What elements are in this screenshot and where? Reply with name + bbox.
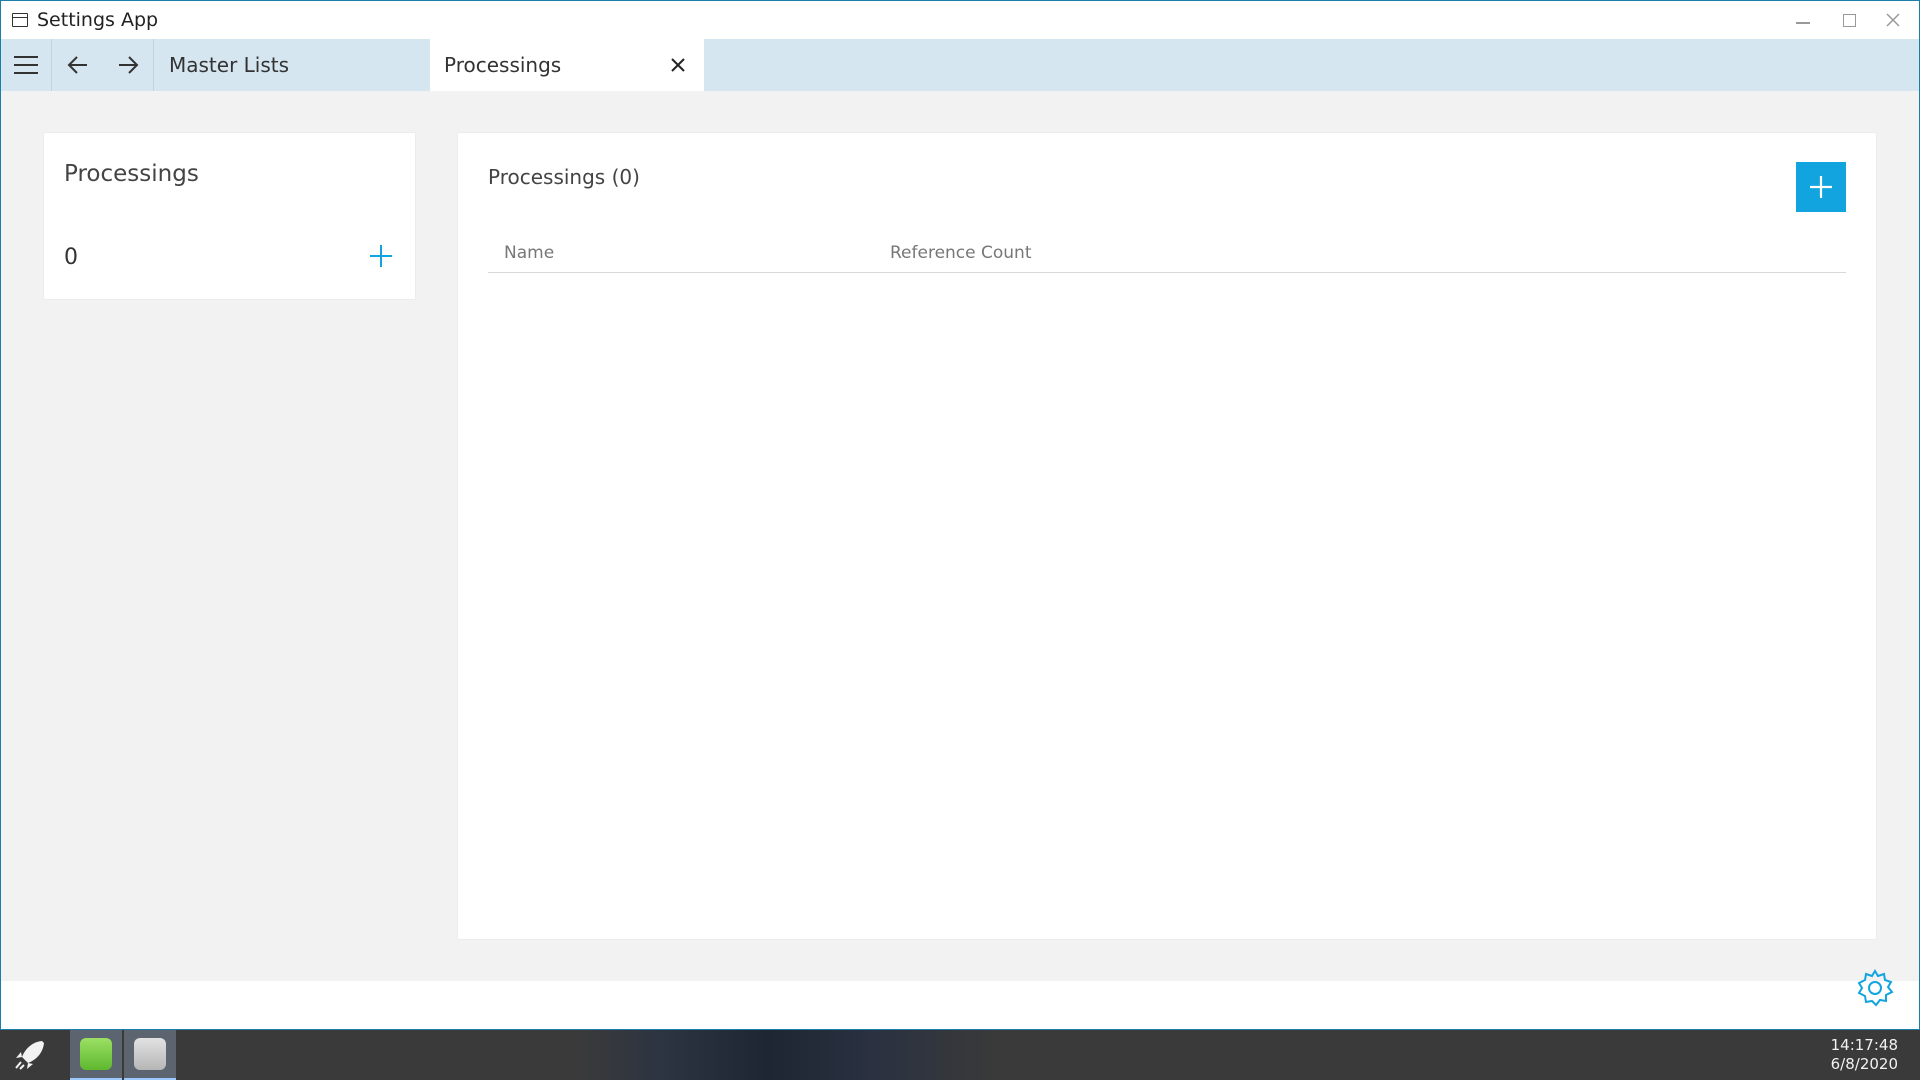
tab-separator [153,39,154,91]
hamburger-menu-icon [14,56,38,74]
gear-icon [1857,969,1894,1007]
table-header: Name Reference Count [488,241,1846,273]
window-close-button[interactable] [1873,7,1913,33]
minimize-icon [1796,22,1810,24]
tab-label: Master Lists [169,53,290,77]
taskbar: 14:17:48 6/8/2020 [0,1030,1920,1080]
app-icon-green [80,1038,112,1070]
wallpaper-strip [580,1030,1000,1080]
plus-icon [370,245,392,267]
window-title: Settings App [37,9,159,31]
maximize-button[interactable] [1829,7,1869,33]
tab-label: Processings [444,53,562,77]
app-icon-settings [134,1038,166,1070]
plus-icon [1810,176,1832,198]
taskbar-app-1[interactable] [70,1030,122,1080]
tab-master-lists[interactable]: Master Lists [169,39,429,91]
tab-close-button[interactable] [666,53,690,77]
panel-heading: Processings (0) [488,165,640,189]
add-processing-link[interactable] [366,241,396,271]
column-name-header[interactable]: Name [504,243,554,263]
column-reference-count-header[interactable]: Reference Count [890,243,1032,263]
app-window: Settings App Master Lists Processings Pr… [0,0,1920,1030]
forward-button[interactable] [107,39,149,91]
clock: 14:17:48 6/8/2020 [1831,1036,1898,1074]
title-bar: Settings App [1,1,1919,39]
add-processing-button[interactable] [1796,162,1846,212]
arrow-right-icon [119,56,139,74]
card-heading: Processings [64,161,199,187]
processings-count: 0 [64,245,78,270]
menu-button[interactable] [1,39,52,91]
maximize-icon [1842,13,1856,27]
back-button[interactable] [57,39,99,91]
launcher-button[interactable] [12,1038,48,1072]
clock-time: 14:17:48 [1830,1036,1898,1054]
settings-button[interactable] [1853,966,1897,1010]
bottom-bar [1,981,1919,1029]
taskbar-app-settings[interactable] [124,1030,176,1080]
app-window-icon [12,13,28,27]
processings-summary-card: Processings 0 [43,132,416,300]
clock-date: 6/8/2020 [1830,1055,1898,1073]
rocket-icon [15,1041,44,1070]
processings-panel: Processings (0) Name Reference Count [457,132,1877,940]
close-icon [671,58,685,72]
tab-bar: Master Lists Processings [1,39,1919,91]
minimize-button[interactable] [1783,7,1823,33]
tab-processings[interactable]: Processings [430,39,704,91]
arrow-left-icon [67,56,87,74]
close-icon [1886,13,1900,27]
